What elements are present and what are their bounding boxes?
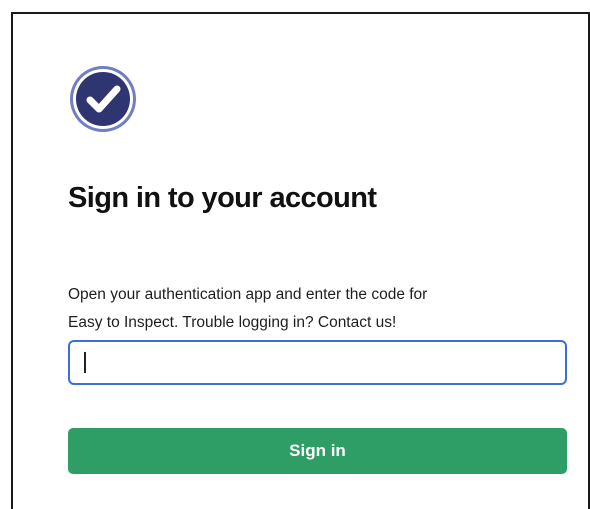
check-circle-icon [70, 66, 136, 132]
sign-in-button[interactable]: Sign in [68, 428, 567, 474]
instructions-line-2: Easy to Inspect. Trouble logging in? Con… [68, 314, 397, 331]
authentication-code-input[interactable] [68, 340, 567, 385]
page-title: Sign in to your account [68, 182, 377, 214]
text-caret [84, 352, 86, 373]
instructions-line-1: Open your authentication app and enter t… [68, 286, 428, 303]
instructions-text: Open your authentication app and enter t… [68, 281, 568, 337]
sign-in-panel: Sign in to your account Open your authen… [11, 12, 590, 509]
